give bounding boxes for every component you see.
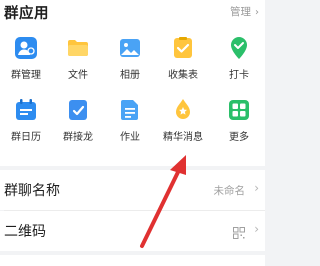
app-label: 群接龙 — [63, 132, 93, 143]
calendar-icon — [14, 98, 38, 122]
app-album[interactable]: 相册 — [104, 28, 156, 88]
folder-icon — [66, 36, 90, 60]
app-homework[interactable]: 作业 — [104, 90, 156, 150]
chevron-right-icon: › — [255, 7, 259, 18]
group-manage-icon — [14, 36, 38, 60]
section-header: 群应用 管理 › — [0, 0, 265, 26]
app-label: 收集表 — [168, 70, 198, 81]
group-name-value: 未命名 — [213, 185, 246, 197]
manage-label: 管理 — [230, 6, 251, 18]
app-label: 精华消息 — [163, 132, 203, 143]
collection-form-icon — [171, 36, 195, 60]
app-label: 群日历 — [11, 132, 41, 143]
app-group-manage[interactable]: 群管理 — [0, 28, 52, 88]
chevron-right-icon: › — [254, 222, 259, 236]
group-apps-card: 群应用 管理 › 群管理 文件 相册 收集表 打卡 群日历 群接龙 作业 精华消… — [0, 0, 265, 166]
qr-code-icon — [233, 224, 245, 239]
qr-code-title: 二维码 — [4, 224, 46, 240]
check-in-icon — [227, 36, 251, 60]
relay-icon — [66, 98, 90, 122]
app-more[interactable]: 更多 — [213, 90, 265, 150]
app-essence-message[interactable]: 精华消息 — [157, 90, 209, 150]
more-icon — [227, 98, 251, 122]
app-label: 打卡 — [229, 70, 249, 81]
app-label: 作业 — [120, 132, 140, 143]
chevron-right-icon: › — [254, 181, 259, 195]
essence-message-icon — [171, 98, 195, 122]
app-label: 更多 — [229, 132, 249, 143]
app-relay[interactable]: 群接龙 — [52, 90, 104, 150]
app-label: 文件 — [68, 70, 88, 81]
app-collection-form[interactable]: 收集表 — [157, 28, 209, 88]
app-row-1: 群管理 文件 相册 收集表 打卡 — [0, 28, 265, 90]
homework-icon — [118, 98, 142, 122]
app-label: 群管理 — [11, 70, 41, 81]
manage-button[interactable]: 管理 › — [230, 4, 259, 19]
app-files[interactable]: 文件 — [52, 28, 104, 88]
app-label: 相册 — [120, 70, 140, 81]
qr-code-row[interactable]: 二维码 › — [0, 211, 265, 251]
app-calendar[interactable]: 群日历 — [0, 90, 52, 150]
group-name-row[interactable]: 群聊名称 未命名 › — [0, 170, 265, 210]
app-row-2: 群日历 群接龙 作业 精华消息 更多 — [0, 90, 265, 152]
app-check-in[interactable]: 打卡 — [213, 28, 265, 88]
app-grid: 群管理 文件 相册 收集表 打卡 群日历 群接龙 作业 精华消息 更多 — [0, 28, 265, 152]
group-name-title: 群聊名称 — [4, 183, 60, 199]
next-row-partial — [0, 255, 265, 266]
section-title: 群应用 — [4, 6, 49, 22]
photo-album-icon — [118, 36, 142, 60]
